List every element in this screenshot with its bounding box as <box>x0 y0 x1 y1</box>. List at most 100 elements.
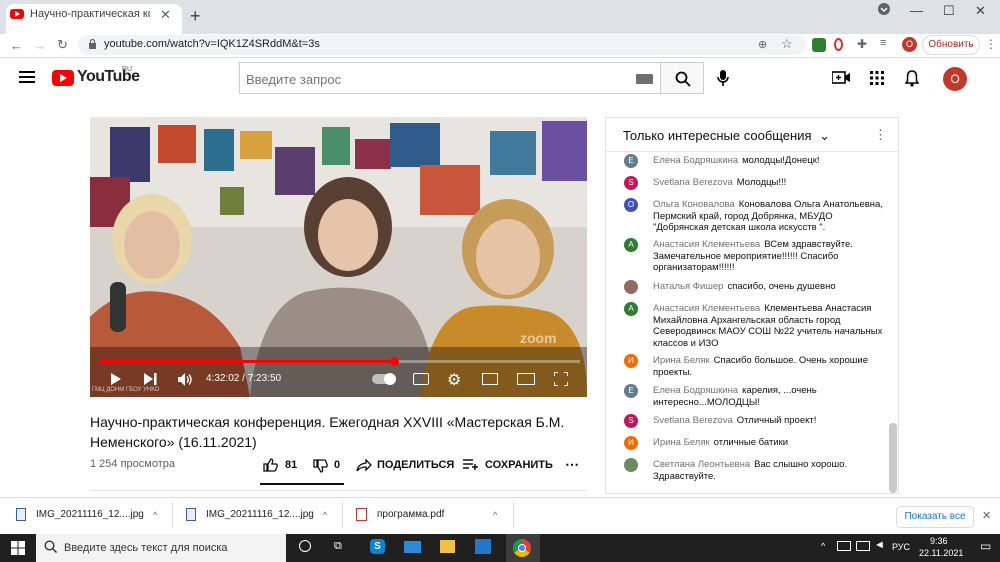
fullscreen-icon[interactable] <box>554 372 568 386</box>
close-downloads-icon[interactable]: ✕ <box>982 509 991 522</box>
task-view-icon[interactable]: ⧉ <box>334 540 342 553</box>
download-item-3[interactable]: программа.pdf <box>377 509 444 520</box>
chat-author-name[interactable]: Ольга Коновалова <box>653 199 735 210</box>
extensions-puzzle-icon[interactable]: ✚ <box>857 37 867 51</box>
language-indicator[interactable]: РУС <box>892 542 910 552</box>
voice-search-icon[interactable] <box>716 69 730 87</box>
cortana-icon[interactable] <box>299 540 311 552</box>
progress-bar[interactable] <box>100 357 580 366</box>
hamburger-menu-icon[interactable] <box>19 71 35 83</box>
chat-author-name[interactable]: Анастасия Клементьева <box>653 303 760 314</box>
keyboard-icon[interactable] <box>636 74 653 84</box>
mail-icon[interactable] <box>404 541 421 553</box>
chat-author-avatar[interactable]: О <box>624 198 638 212</box>
chat-author-avatar[interactable]: А <box>624 302 638 316</box>
clock-date[interactable]: 22.11.2021 <box>919 548 963 558</box>
next-video-icon[interactable] <box>144 373 157 385</box>
chat-author-name[interactable]: Ирина Беляк <box>653 355 710 366</box>
tab-search-icon[interactable] <box>878 3 890 15</box>
skype-icon[interactable]: S <box>370 539 385 554</box>
chat-author-name[interactable]: Елена Бодряшкина <box>653 155 738 166</box>
tray-chevron-icon[interactable]: ^ <box>821 541 825 551</box>
create-video-icon[interactable] <box>832 71 850 84</box>
theater-mode-icon[interactable] <box>517 373 535 385</box>
file-explorer-icon[interactable] <box>440 540 455 553</box>
chat-author-name[interactable]: Ирина Беляк <box>653 437 710 448</box>
chat-author-avatar[interactable]: И <box>624 436 638 450</box>
action-center-icon[interactable]: ▭ <box>980 539 991 553</box>
profile-avatar[interactable]: О <box>902 37 917 52</box>
save-button[interactable]: СОХРАНИТЬ <box>485 459 553 471</box>
new-tab-icon[interactable]: + <box>190 7 201 25</box>
opera-extension-icon[interactable] <box>834 38 843 51</box>
show-all-downloads-button[interactable]: Показать все <box>896 506 974 528</box>
chat-menu-icon[interactable]: ⋮ <box>874 127 887 143</box>
chevron-up-icon[interactable]: ^ <box>323 510 327 520</box>
chat-author-avatar[interactable] <box>624 280 638 294</box>
volume-icon[interactable] <box>178 373 193 386</box>
chat-author-name[interactable]: Svetlana Berezova <box>653 415 733 426</box>
download-item-2[interactable]: IMG_20211116_12....jpg <box>206 509 314 520</box>
network-icon[interactable] <box>856 541 870 551</box>
youtube-logo-icon[interactable] <box>52 70 74 86</box>
maximize-icon[interactable]: ☐ <box>943 3 955 19</box>
speaker-icon[interactable]: ◄ <box>874 539 885 551</box>
media-control-icon[interactable]: ≡ <box>880 37 886 49</box>
download-item-1[interactable]: IMG_20211116_12....jpg <box>36 509 144 520</box>
close-window-icon[interactable]: ✕ <box>975 3 986 19</box>
share-icon[interactable] <box>356 459 372 472</box>
video-player[interactable]: zoom ГМЦ ДОНМ ГБОУ УНКО 4:32:02 / 7:23:5… <box>90 117 587 397</box>
chat-filter-dropdown[interactable]: Только интересные сообщения ⌄ <box>623 128 830 144</box>
photos-app-icon[interactable] <box>475 539 491 554</box>
chat-author-avatar[interactable]: S <box>624 176 638 190</box>
share-button[interactable]: ПОДЕЛИТЬСЯ <box>377 459 454 471</box>
chat-scrollbar[interactable] <box>889 423 897 493</box>
autoplay-toggle[interactable] <box>372 373 396 385</box>
notifications-bell-icon[interactable] <box>905 70 919 87</box>
back-icon[interactable]: ← <box>10 38 23 53</box>
reload-icon[interactable]: ↻ <box>57 37 68 53</box>
chat-author-avatar[interactable]: S <box>624 414 638 428</box>
browser-menu-icon[interactable]: ⋮ <box>985 37 997 51</box>
subtitles-icon[interactable] <box>413 373 429 385</box>
dislike-icon[interactable] <box>313 459 328 473</box>
chat-message-body: Елена Бодряшкина карелия, ...очень интере… <box>653 385 885 408</box>
forward-icon[interactable]: → <box>33 38 46 53</box>
settings-gear-icon[interactable]: ⚙ <box>447 370 461 390</box>
update-button[interactable]: Обновить <box>922 35 980 55</box>
clock-time[interactable]: 9:36 <box>930 536 948 546</box>
chat-author-avatar[interactable]: И <box>624 354 638 368</box>
chat-author-avatar[interactable]: А <box>624 238 638 252</box>
miniplayer-icon[interactable] <box>482 373 498 385</box>
battery-icon[interactable] <box>837 541 851 551</box>
account-avatar[interactable]: О <box>943 67 967 91</box>
chat-author-name[interactable]: Светлана Леонтьевна <box>653 459 750 470</box>
taskbar-search-placeholder: Введите здесь текст для поиска <box>64 542 228 554</box>
chat-author-name[interactable]: Елена Бодряшкина <box>653 385 738 396</box>
chat-author-name[interactable]: Анастасия Клементьева <box>653 239 760 250</box>
tab-close-icon[interactable]: ✕ <box>160 7 171 23</box>
chat-author-avatar[interactable]: Е <box>624 154 638 168</box>
apps-grid-icon[interactable] <box>870 71 884 85</box>
minimize-icon[interactable]: — <box>910 3 923 18</box>
windows-start-icon[interactable] <box>11 541 25 555</box>
chat-author-avatar[interactable] <box>624 458 638 472</box>
save-playlist-icon[interactable] <box>463 459 479 471</box>
search-box[interactable] <box>239 62 660 94</box>
like-icon[interactable] <box>263 458 278 472</box>
install-icon[interactable]: ⊕ <box>758 38 767 51</box>
extension-badge-icon[interactable] <box>812 38 826 52</box>
chat-author-avatar[interactable]: Е <box>624 384 638 398</box>
chat-author-name[interactable]: Svetlana Berezova <box>653 177 733 188</box>
lock-icon[interactable] <box>88 39 97 50</box>
chevron-up-icon[interactable]: ^ <box>493 510 497 520</box>
chrome-icon[interactable] <box>513 539 531 557</box>
play-icon[interactable] <box>110 372 122 386</box>
chat-author-name[interactable]: Наталья Фишер <box>653 281 723 292</box>
search-button[interactable] <box>660 62 704 94</box>
search-input[interactable] <box>246 70 626 88</box>
like-count: 81 <box>285 459 298 471</box>
bookmark-star-icon[interactable]: ☆ <box>781 36 793 52</box>
more-actions-icon[interactable]: ⋯ <box>565 456 579 473</box>
chevron-up-icon[interactable]: ^ <box>153 510 157 520</box>
